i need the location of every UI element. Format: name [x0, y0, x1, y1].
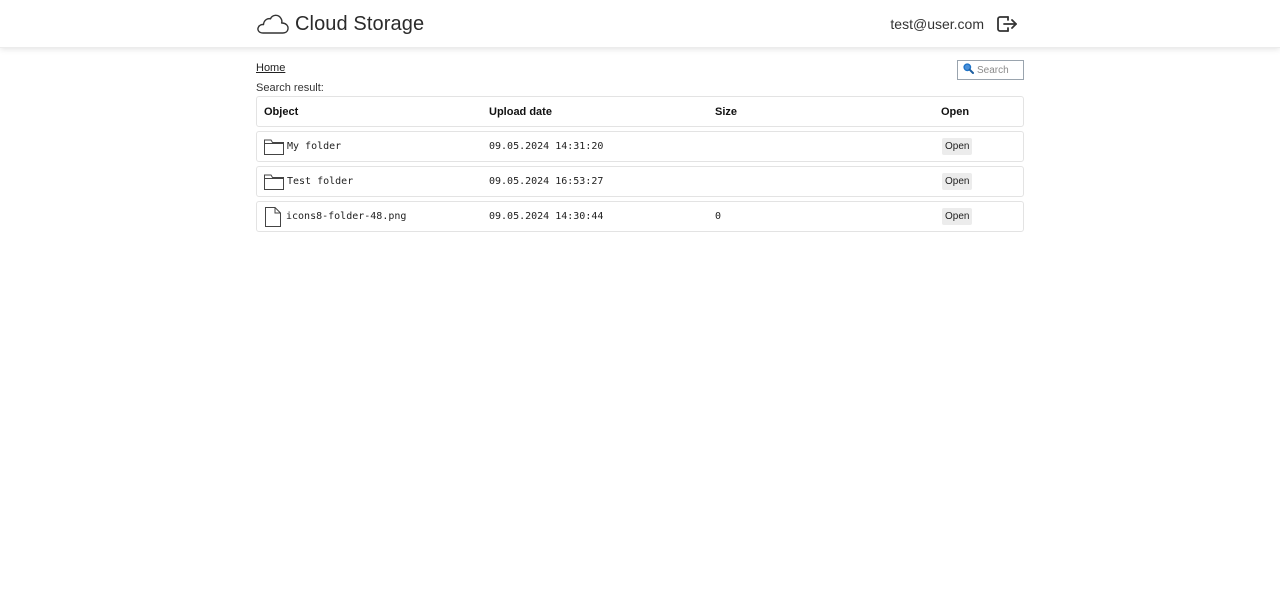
object-name: My folder — [287, 141, 342, 152]
logout-icon[interactable] — [996, 14, 1018, 34]
column-header-object: Object — [264, 105, 299, 118]
table-header-row: Object Upload date Size Open — [256, 96, 1024, 127]
file-icon — [265, 206, 281, 227]
user-email: test@user.com — [890, 16, 984, 32]
open-button[interactable]: Open — [942, 208, 973, 225]
upload-date: 09.05.2024 14:30:44 — [489, 211, 604, 222]
upload-date: 09.05.2024 14:31:20 — [489, 141, 604, 152]
column-header-size: Size — [715, 105, 738, 118]
table-row: icons8-folder-48.png 09.05.2024 14:30:44… — [256, 201, 1024, 232]
object-name: icons8-folder-48.png — [286, 211, 407, 222]
user-area: test@user.com — [890, 12, 1018, 36]
object-name: Test folder — [287, 176, 354, 187]
app-title: Cloud Storage — [295, 12, 425, 35]
object-cell: icons8-folder-48.png — [264, 202, 406, 231]
upload-date: 09.05.2024 16:53:27 — [489, 176, 604, 187]
top-header: Cloud Storage test@user.com — [0, 0, 1280, 48]
column-header-open: Open — [941, 105, 970, 118]
folder-icon — [264, 139, 284, 155]
search-icon — [963, 61, 974, 79]
file-size: 0 — [715, 211, 722, 222]
open-button[interactable]: Open — [942, 173, 973, 190]
search-box[interactable] — [957, 60, 1024, 80]
folder-icon — [264, 174, 284, 190]
results-table: Object Upload date Size Open My folder 0… — [256, 96, 1024, 236]
table-row: Test folder 09.05.2024 16:53:27 Open — [256, 166, 1024, 197]
cloud-icon — [256, 11, 290, 37]
object-cell: Test folder — [264, 167, 353, 196]
search-input[interactable] — [977, 64, 1021, 76]
table-row: My folder 09.05.2024 14:31:20 Open — [256, 131, 1024, 162]
search-result-label: Search result: — [256, 82, 324, 94]
open-button[interactable]: Open — [942, 138, 973, 155]
brand-home-link[interactable]: Cloud Storage — [256, 10, 424, 38]
breadcrumb-home[interactable]: Home — [256, 62, 285, 74]
column-header-upload-date: Upload date — [489, 105, 552, 118]
object-cell: My folder — [264, 132, 341, 161]
